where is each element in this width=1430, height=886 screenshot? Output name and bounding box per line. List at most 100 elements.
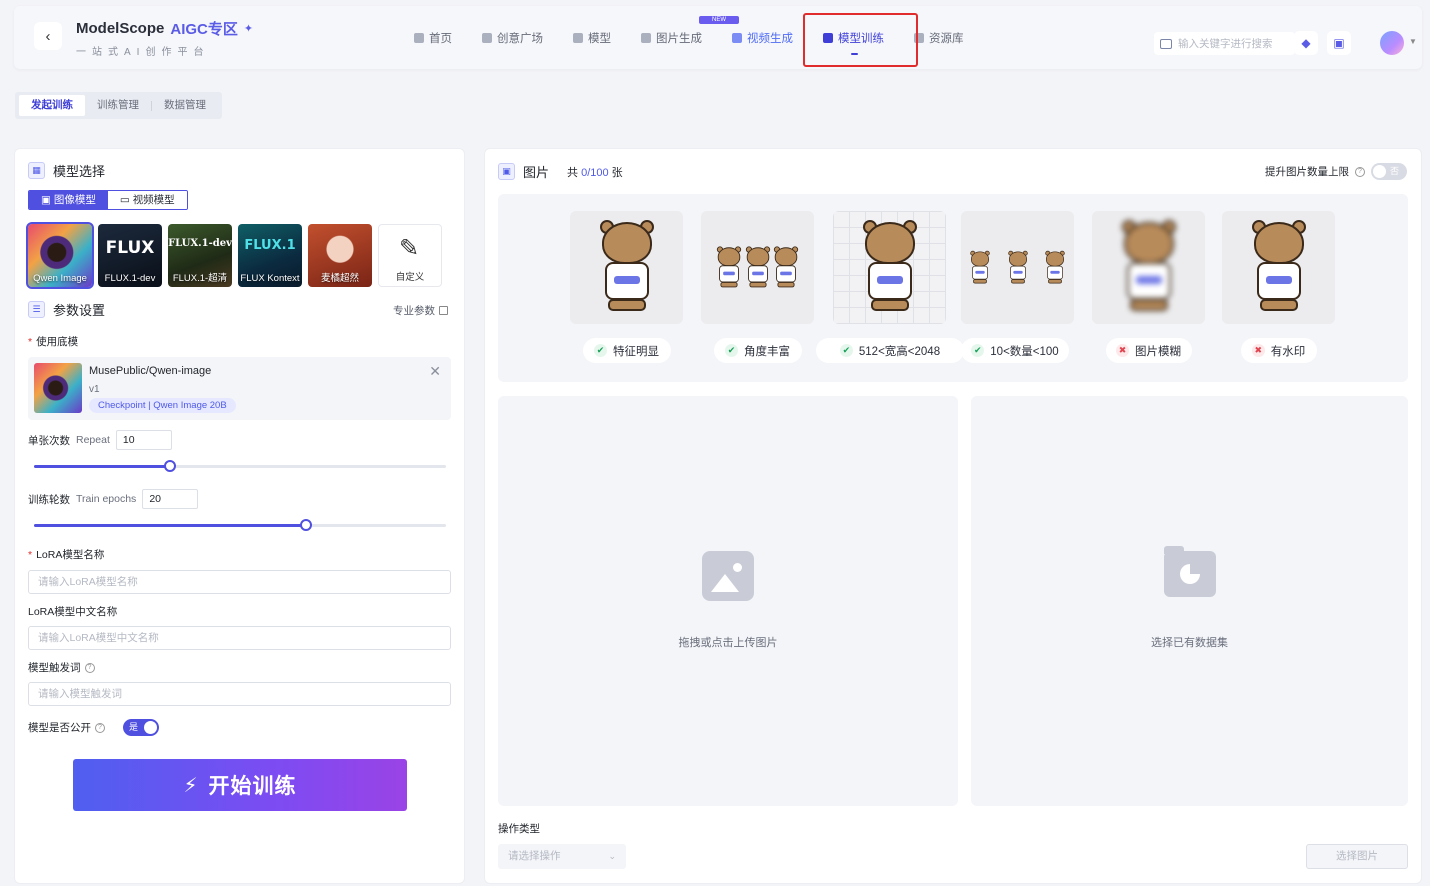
home-icon	[414, 32, 424, 43]
public-switch[interactable]: 是	[123, 719, 159, 736]
lora-cn-name-input[interactable]: 请输入LoRA模型中文名称	[28, 626, 451, 650]
model-card-label: 自定义	[395, 272, 425, 283]
start-training-button[interactable]: ⚡ 开始训练	[73, 759, 407, 811]
epochs-slider[interactable]	[34, 519, 446, 531]
upload-hint: 拖拽或点击上传图片	[678, 637, 778, 649]
nav-video-generation[interactable]: 视频生成	[732, 6, 793, 69]
close-icon[interactable]: ✕	[429, 363, 441, 380]
guide-label: 10<数量<100	[990, 345, 1059, 358]
nav-models[interactable]: 模型	[573, 6, 611, 69]
sparkle-button[interactable]: ◆	[1294, 31, 1318, 55]
guide-example-image	[570, 211, 683, 324]
video-model-tab[interactable]: ▭ 视频模型	[107, 191, 187, 209]
upload-dropzone[interactable]: 拖拽或点击上传图片	[498, 396, 958, 806]
guide-example-image	[1092, 211, 1205, 324]
label-text: 模型触发词	[28, 662, 81, 674]
repeat-slider[interactable]	[34, 460, 446, 472]
image-search-icon[interactable]	[1160, 38, 1172, 49]
tab-data-management[interactable]: 数据管理	[152, 95, 218, 116]
guide-item: ✖ 图片模糊	[1092, 211, 1205, 363]
video-icon: ▭	[119, 194, 133, 206]
base-model-card[interactable]: MusePublic/Qwen-image v1 Checkpoint | Qw…	[28, 357, 451, 420]
brand-name: ModelScope	[76, 20, 165, 37]
lightning-icon: ⚡	[183, 774, 199, 797]
nav-creative-square[interactable]: 创意广场	[482, 6, 543, 69]
user-avatar[interactable]	[1380, 31, 1404, 55]
model-card-flux-dev[interactable]: FLUX FLUX.1-dev	[98, 224, 162, 287]
param-section-header: ☰ 参数设置	[28, 300, 105, 319]
image-icon: ▣	[498, 163, 515, 180]
lora-name-input[interactable]: 请输入LoRA模型名称	[28, 570, 451, 594]
nav-image-generation[interactable]: 图片生成	[641, 6, 702, 69]
new-badge: NEW	[699, 16, 739, 24]
guide-item: ✔ 特征明显	[570, 211, 683, 363]
base-model-thumbnail	[34, 363, 82, 413]
model-card-majicmix[interactable]: 麦橘超然	[308, 224, 372, 287]
dataset-picker[interactable]: 选择已有数据集	[971, 396, 1408, 806]
operation-type-label: 操作类型	[498, 823, 540, 835]
guide-example-image	[1222, 211, 1335, 324]
epochs-slider-handle[interactable]	[299, 519, 312, 531]
model-type-toggle: ▣ 图像模型 ▭ 视频模型	[28, 190, 188, 210]
model-card-flux-kontext[interactable]: FLUX.1 FLUX Kontext	[238, 224, 302, 287]
search-box[interactable]	[1154, 32, 1295, 55]
operation-type-select[interactable]: 请选择操作 ⌄	[498, 844, 626, 869]
epochs-label: 训练轮数	[28, 493, 70, 506]
upload-image-icon	[702, 551, 754, 601]
guide-example-image	[961, 211, 1074, 324]
pro-params-toggle[interactable]: 专业参数	[393, 303, 448, 318]
message-button[interactable]: ▣	[1327, 31, 1351, 55]
trigger-word-input[interactable]: 请输入模型触发词	[28, 682, 451, 706]
pro-params-label: 专业参数	[393, 305, 435, 317]
epochs-row: 训练轮数 Train epochs 20	[28, 489, 199, 509]
brand-slogan: 一站式AI创作平台	[76, 47, 210, 58]
model-card-custom[interactable]: ✎ 自定义	[378, 224, 442, 287]
epochs-input[interactable]: 20	[142, 489, 199, 509]
help-icon[interactable]: ?	[84, 662, 95, 673]
image-icon: ▣	[41, 194, 54, 206]
guide-item: ✖ 有水印	[1222, 211, 1335, 363]
repeat-input[interactable]: 10	[115, 430, 172, 450]
repeat-slider-fill	[34, 465, 170, 468]
count-value: 0/100	[581, 166, 609, 179]
guide-tag: ✔ 特征明显	[582, 338, 671, 363]
epochs-slider-fill	[34, 524, 306, 527]
nav-resource-library[interactable]: 资源库	[914, 6, 964, 69]
guide-label: 角度丰富	[744, 345, 790, 358]
repeat-slider-handle[interactable]	[163, 460, 176, 472]
caret-down-icon[interactable]: ▼	[1409, 37, 1417, 46]
start-training-label: 开始训练	[208, 775, 297, 798]
back-button[interactable]: ‹	[34, 22, 62, 50]
help-icon[interactable]: ?	[1355, 166, 1365, 177]
guide-example-image	[833, 211, 946, 324]
bear-illustration	[968, 250, 993, 285]
bear-illustration	[714, 245, 746, 289]
image-section-title: 图片	[523, 165, 550, 180]
list-icon: ☰	[28, 301, 45, 318]
select-images-button[interactable]: 选择图片	[1306, 844, 1408, 869]
cube-icon	[573, 32, 583, 43]
search-input[interactable]	[1178, 37, 1288, 50]
guide-item: ✔ 10<数量<100	[961, 211, 1074, 363]
tab-start-training[interactable]: 发起训练	[19, 95, 85, 116]
bear-illustration-blurred	[1114, 219, 1184, 316]
select-placeholder: 请选择操作	[508, 850, 561, 862]
guide-tag: ✖ 图片模糊	[1105, 338, 1192, 363]
raise-limit-switch[interactable]: 否	[1371, 163, 1407, 180]
nav-home[interactable]: 首页	[414, 6, 452, 69]
model-card-flux-hires[interactable]: FLUX.1-dev FLUX.1-超清	[168, 224, 232, 287]
model-card-qwen-image[interactable]: Qwen Image	[26, 222, 94, 289]
image-model-tab[interactable]: ▣ 图像模型	[29, 191, 108, 209]
help-icon[interactable]: ?	[95, 722, 105, 733]
repeat-label: 单张次数	[28, 434, 70, 447]
guide-tag: ✖ 有水印	[1240, 338, 1317, 363]
bear-illustration	[1244, 219, 1314, 316]
epochs-en-label: Train epochs	[76, 493, 137, 505]
lora-name-label: * LoRA模型名称	[28, 548, 105, 562]
brand[interactable]: ModelScope AIGC专区 ✦ 一站式AI创作平台	[76, 18, 253, 58]
tab-training-management[interactable]: 训练管理	[85, 95, 151, 116]
model-card-label: Qwen Image	[33, 273, 87, 284]
label-text: 使用底模	[36, 336, 79, 348]
guide-label: 特征明显	[613, 345, 659, 358]
image-count: 共 0/100 张	[567, 164, 623, 180]
